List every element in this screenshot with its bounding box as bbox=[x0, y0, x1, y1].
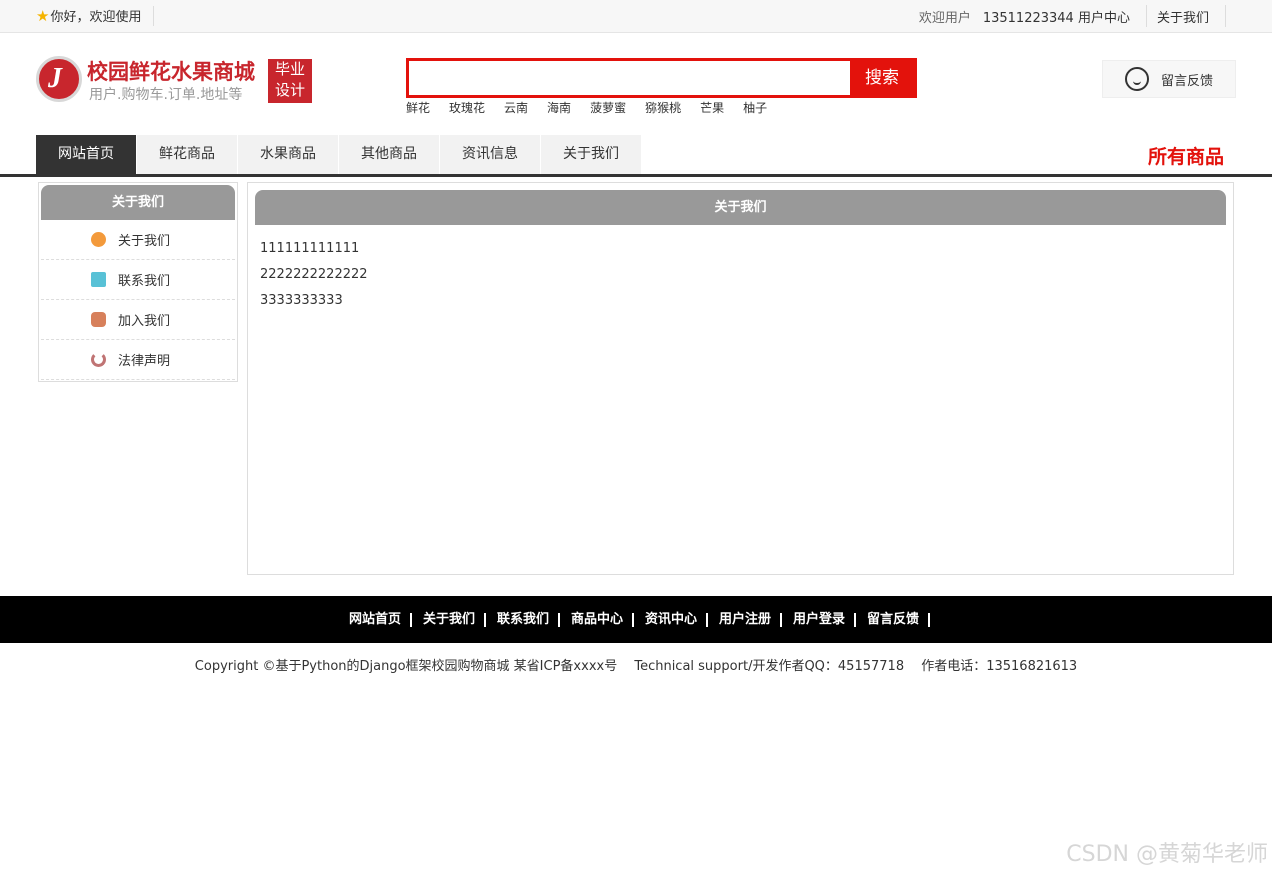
content-body: 111111111111 2222222222222 3333333333 bbox=[260, 236, 368, 314]
feedback-label: 留言反馈 bbox=[1161, 73, 1214, 89]
sidebar-items: 关于我们联系我们加入我们法律声明 bbox=[39, 220, 237, 380]
greet-label: 欢迎用户 bbox=[918, 10, 971, 26]
graduation-badge: 毕业 设计 bbox=[268, 59, 312, 103]
nav-item[interactable]: 鲜花商品 bbox=[137, 135, 237, 174]
badge-line-2: 设计 bbox=[274, 81, 305, 99]
user-phone: 13511223344 bbox=[982, 10, 1074, 26]
hot-keyword[interactable]: 鲜花 bbox=[406, 99, 430, 116]
hot-keyword[interactable]: 玫瑰花 bbox=[449, 99, 485, 116]
sidebar: 关于我们 关于我们联系我们加入我们法律声明 bbox=[38, 182, 238, 382]
content-panel: 关于我们 111111111111 2222222222222 3333333333 bbox=[247, 182, 1234, 575]
divider bbox=[1225, 5, 1226, 27]
search-input[interactable] bbox=[409, 61, 854, 95]
copyright-text: Copyright ©基于Python的Django框架校园购物商城 某省ICP… bbox=[194, 659, 1078, 674]
footer-link[interactable]: 留言反馈 bbox=[858, 612, 931, 627]
search-button[interactable]: 搜索 bbox=[850, 58, 914, 98]
nav-item[interactable]: 关于我们 bbox=[541, 135, 641, 174]
hot-keyword[interactable]: 猕猴桃 bbox=[645, 99, 681, 116]
sidebar-item-label: 联系我们 bbox=[118, 274, 171, 289]
content-title: 关于我们 bbox=[255, 190, 1226, 225]
footer-link[interactable]: 关于我们 bbox=[414, 612, 486, 627]
hot-keywords: 鲜花 玫瑰花 云南 海南 菠萝蜜 猕猴桃 芒果 柚子 bbox=[406, 99, 786, 116]
footer-link[interactable]: 用户注册 bbox=[710, 612, 783, 627]
all-goods-link[interactable]: 所有商品 bbox=[1148, 142, 1224, 169]
hot-keyword[interactable]: 芒果 bbox=[700, 99, 724, 116]
nav-item[interactable]: 资讯信息 bbox=[440, 135, 540, 174]
clipboard-icon bbox=[91, 272, 106, 287]
site-title: 校园鲜花水果商城 bbox=[87, 60, 255, 84]
sidebar-item-label: 法律声明 bbox=[118, 354, 171, 369]
main-nav: 网站首页 鲜花商品 水果商品 其他商品 资讯信息 关于我们 所有商品 bbox=[0, 135, 1272, 177]
sidebar-item-label: 关于我们 bbox=[118, 234, 171, 249]
badge-line-1: 毕业 bbox=[274, 60, 305, 78]
sidebar-item[interactable]: 关于我们 bbox=[41, 220, 235, 260]
footer-nav: 网站首页 关于我们 联系我们 商品中心 资讯中心 用户注册 用户登录 留言反馈 bbox=[0, 596, 1272, 643]
site-subtitle: 用户.购物车.订单.地址等 bbox=[89, 87, 243, 103]
sidebar-title: 关于我们 bbox=[41, 185, 235, 220]
hot-keyword[interactable]: 柚子 bbox=[743, 99, 767, 116]
hot-keyword[interactable]: 菠萝蜜 bbox=[590, 99, 626, 116]
logo-mark-icon: J bbox=[36, 56, 82, 102]
footer-link[interactable]: 商品中心 bbox=[562, 612, 634, 627]
welcome-label: 你好，欢迎使用 bbox=[50, 10, 142, 25]
hot-keyword[interactable]: 海南 bbox=[547, 99, 571, 116]
feedback-button[interactable]: 留言反馈 bbox=[1102, 60, 1236, 98]
footer-link[interactable]: 联系我们 bbox=[488, 612, 560, 627]
about-us-link[interactable]: 关于我们 bbox=[1147, 7, 1225, 26]
welcome-text: ★你好，欢迎使用 bbox=[36, 6, 155, 26]
sidebar-item[interactable]: 法律声明 bbox=[41, 340, 235, 380]
sidebar-item[interactable]: 加入我们 bbox=[41, 300, 235, 340]
footer-link[interactable]: 网站首页 bbox=[340, 612, 412, 627]
star-icon: ★ bbox=[36, 7, 50, 25]
logo-letter: J bbox=[48, 63, 62, 94]
nav-item[interactable]: 水果商品 bbox=[238, 135, 338, 174]
headset-icon bbox=[1125, 67, 1149, 91]
hot-keyword[interactable]: 云南 bbox=[504, 99, 528, 116]
info-icon bbox=[91, 232, 106, 247]
footer-link[interactable]: 用户登录 bbox=[784, 612, 857, 627]
user-center-label: 用户中心 bbox=[1077, 10, 1130, 26]
sidebar-item[interactable]: 联系我们 bbox=[41, 260, 235, 300]
lock-icon bbox=[91, 312, 106, 327]
content-line: 3333333333 bbox=[260, 293, 343, 308]
watermark: CSDN @黄菊华老师 bbox=[1066, 842, 1268, 867]
content-line: 2222222222222 bbox=[260, 267, 368, 282]
content-line: 111111111111 bbox=[260, 241, 360, 256]
sidebar-item-label: 加入我们 bbox=[118, 314, 171, 329]
footer-link[interactable]: 资讯中心 bbox=[636, 612, 709, 627]
top-bar: ★你好，欢迎使用 欢迎用户 13511223344 用户中心 关于我们 bbox=[0, 0, 1272, 33]
power-icon bbox=[91, 352, 106, 367]
nav-item[interactable]: 其他商品 bbox=[339, 135, 439, 174]
nav-item[interactable]: 网站首页 bbox=[36, 135, 136, 174]
search-box: 搜索 bbox=[406, 58, 917, 98]
site-logo[interactable]: J 校园鲜花水果商城 用户.购物车.订单.地址等 毕业 设计 bbox=[36, 56, 312, 106]
user-phone-link[interactable]: 13511223344 用户中心 bbox=[983, 7, 1130, 26]
user-links: 欢迎用户 13511223344 用户中心 关于我们 bbox=[919, 4, 1226, 28]
nav-items: 网站首页 鲜花商品 水果商品 其他商品 资讯信息 关于我们 bbox=[36, 135, 642, 174]
